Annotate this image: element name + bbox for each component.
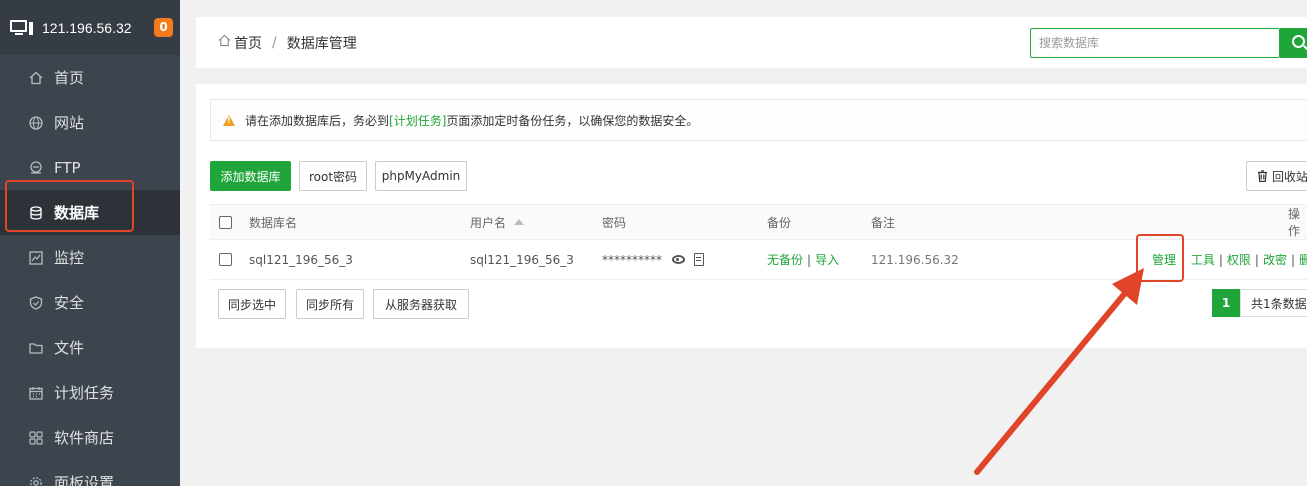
annotation-arrow bbox=[974, 268, 1144, 475]
